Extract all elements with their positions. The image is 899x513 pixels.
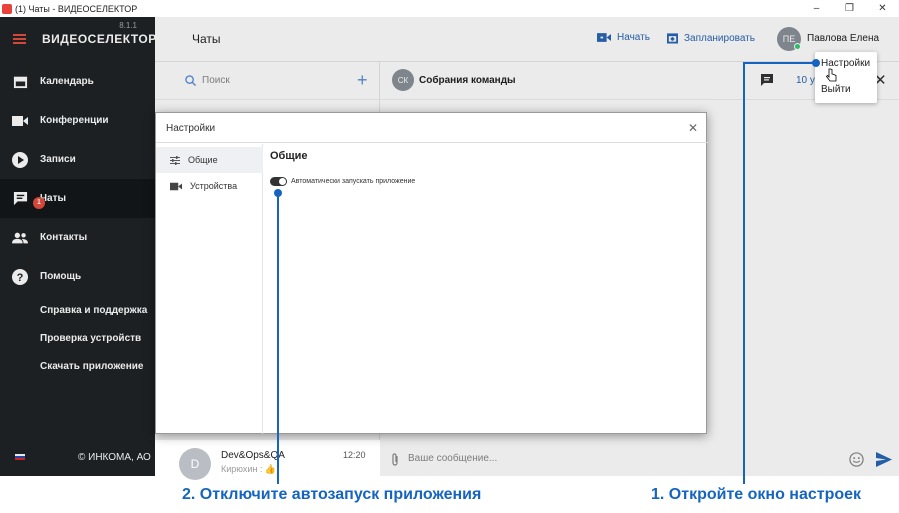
chat-item-time: 12:20 <box>343 450 366 460</box>
callout-1-dot <box>812 59 820 67</box>
section-title: Общие <box>270 150 308 162</box>
chat-item-avatar: D <box>179 448 211 480</box>
callout-1-line <box>743 62 745 484</box>
minimize-button[interactable]: – <box>800 0 833 17</box>
window-titlebar: (1) Чаты - ВИДЕОСЕЛЕКТОР – ❐ ✕ <box>0 0 899 17</box>
app-icon <box>2 3 12 14</box>
callout-2-line <box>277 193 279 484</box>
modal-title: Настройки <box>166 123 216 134</box>
sliders-icon <box>170 155 180 165</box>
settings-modal: Настройки ✕ Общие Устройства Общие Автом… <box>155 112 708 434</box>
chat-item-preview: Кирюхин : 👍 <box>221 464 277 474</box>
autostart-label: Автоматически запускать приложение <box>291 178 416 185</box>
settings-tab-general[interactable]: Общие <box>156 147 263 173</box>
callout-2-text: 2. Отключите автозапуск приложения <box>182 486 482 503</box>
chat-list-item[interactable]: D Dev&Ops&QA 12:20 Кирюхин : 👍 <box>155 440 380 480</box>
settings-nav: Общие Устройства <box>156 144 263 434</box>
modal-header: Настройки ✕ <box>156 113 708 143</box>
close-window-button[interactable]: ✕ <box>866 0 899 17</box>
restore-button[interactable]: ❐ <box>833 0 866 17</box>
camera-icon <box>170 182 182 190</box>
settings-tab-devices[interactable]: Устройства <box>156 173 263 199</box>
settings-tab-label: Устройства <box>190 181 238 191</box>
autostart-toggle[interactable] <box>270 177 287 186</box>
menu-item-logout[interactable]: Выйти <box>821 84 851 95</box>
close-modal-icon[interactable]: ✕ <box>688 121 698 135</box>
callout-2-dot <box>274 189 282 197</box>
chat-item-name: Dev&Ops&QA <box>221 450 285 461</box>
window-title: (1) Чаты - ВИДЕОСЕЛЕКТОР <box>15 3 138 14</box>
hand-cursor-icon <box>826 68 837 82</box>
callout-1-text: 1. Откройте окно настроек <box>651 486 862 503</box>
user-menu-dropdown: Настройки Выйти <box>815 52 877 103</box>
callout-1-line-h <box>743 62 815 64</box>
autostart-setting: Автоматически запускать приложение <box>270 177 415 186</box>
settings-tab-label: Общие <box>188 155 218 165</box>
